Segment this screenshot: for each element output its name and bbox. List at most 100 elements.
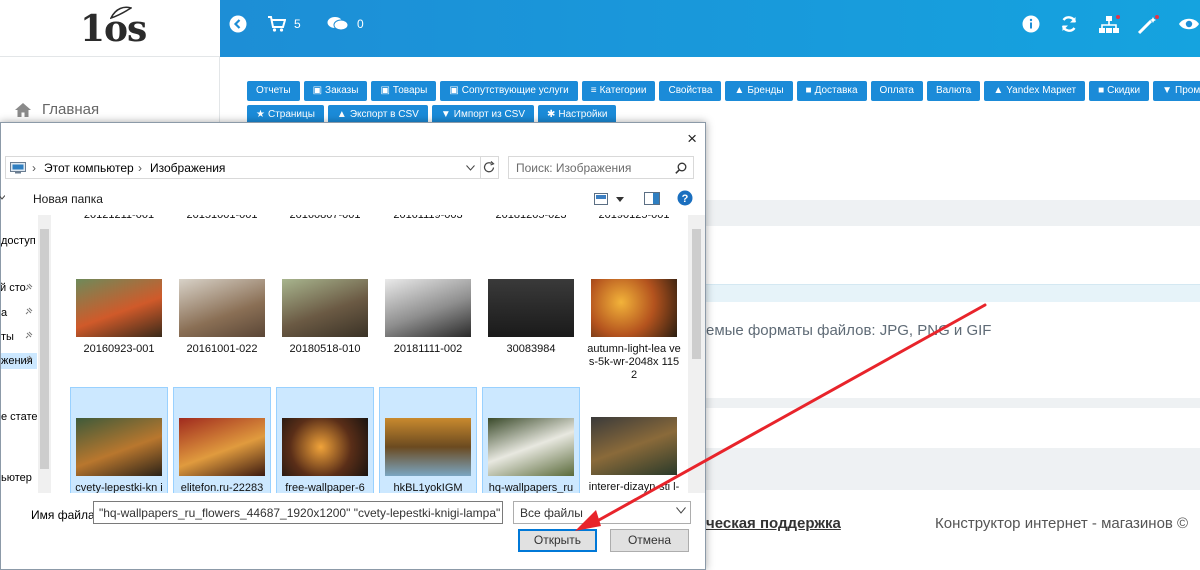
menu-button-label: Yandex Маркет bbox=[1006, 85, 1077, 96]
file-type-select[interactable]: Все файлы bbox=[513, 501, 691, 524]
file-tile[interactable]: hq-wallpapers_ru _flowers_44687_1 920x12… bbox=[482, 387, 580, 493]
refresh-icon[interactable] bbox=[1060, 15, 1078, 33]
image-thumbnail bbox=[282, 418, 368, 476]
image-thumbnail bbox=[76, 418, 162, 476]
file-tile[interactable]: autumn-light-lea ves-5k-wr-2048x 1152 bbox=[585, 249, 683, 381]
file-tile-label[interactable]: 20181205-023 bbox=[482, 215, 580, 221]
cancel-button[interactable]: Отмена bbox=[610, 529, 689, 552]
back-circle-icon[interactable] bbox=[229, 15, 247, 33]
chevron-down-icon[interactable] bbox=[0, 195, 5, 200]
top-navigation-bar: 5 0 bbox=[220, 0, 1200, 57]
breadcrumb-computer[interactable]: Этот компьютер bbox=[44, 161, 134, 175]
chevron-down-icon[interactable] bbox=[466, 165, 475, 171]
menu-button-icon: ≡ bbox=[590, 85, 597, 96]
breadcrumb-chevron-icon: › bbox=[32, 161, 36, 175]
menu-button[interactable]: ▣ Сопутствующие услуги bbox=[440, 81, 578, 101]
file-tile[interactable]: elitefon.ru-22283 bbox=[173, 387, 271, 493]
image-thumbnail bbox=[488, 279, 574, 337]
menu-button-icon: ▣ bbox=[449, 85, 459, 96]
file-tile-label[interactable]: 20160807-001 bbox=[276, 215, 374, 221]
menu-button-icon: ▼ bbox=[440, 109, 451, 120]
menu-button[interactable]: ▣ Товары bbox=[371, 81, 437, 101]
menu-button[interactable]: ≡ Категории bbox=[581, 81, 656, 101]
pin-icon bbox=[25, 283, 33, 291]
menu-button[interactable]: Оплата bbox=[870, 81, 923, 101]
file-tile[interactable]: cvety-lepestki-kn igi-lampa bbox=[70, 387, 168, 493]
file-tile[interactable]: hkBL1yokIGM bbox=[379, 387, 477, 493]
computer-icon bbox=[10, 162, 26, 174]
navigation-scrollbar[interactable] bbox=[38, 215, 51, 493]
help-icon[interactable]: ? bbox=[677, 190, 693, 206]
file-tile-label[interactable]: 20161119-003 bbox=[379, 215, 477, 221]
view-options-icon[interactable] bbox=[594, 193, 608, 205]
file-tile[interactable]: interer-dizayn-sti l-komnata-6639 bbox=[585, 387, 683, 493]
file-tile[interactable]: 20180518-010 bbox=[276, 249, 374, 375]
image-thumbnail bbox=[591, 279, 677, 337]
breadcrumb-folder[interactable]: Изображения bbox=[150, 161, 225, 175]
new-folder-button[interactable]: Новая папка bbox=[33, 192, 103, 206]
search-icon bbox=[675, 162, 687, 174]
file-tile-label: hq-wallpapers_ru _flowers_44687_1 920x12… bbox=[488, 482, 574, 493]
file-tile-label: autumn-light-lea ves-5k-wr-2048x 1152 bbox=[587, 343, 681, 381]
file-tile-label[interactable]: 20121211-001 bbox=[70, 215, 168, 221]
menu-button[interactable]: ▼Промоко bbox=[1153, 81, 1200, 101]
menu-button-label: Скидки bbox=[1107, 85, 1141, 96]
scrollbar-thumb[interactable] bbox=[692, 229, 701, 359]
cart-link[interactable]: 5 bbox=[268, 16, 301, 32]
menu-button[interactable]: ■ Скидки bbox=[1089, 81, 1150, 101]
sitemap-icon[interactable] bbox=[1098, 15, 1120, 35]
comments-icon bbox=[327, 17, 349, 31]
file-tile-label: cvety-lepestki-kn igi-lampa bbox=[75, 482, 163, 493]
nav-item[interactable]: й сто bbox=[1, 282, 26, 294]
preview-pane-icon[interactable] bbox=[644, 192, 660, 205]
menu-button[interactable]: ▲ Yandex Маркет bbox=[984, 81, 1086, 101]
search-input[interactable]: Поиск: Изображения bbox=[508, 156, 694, 179]
footer-text: Конструктор интернет - магазинов © bbox=[935, 515, 1189, 532]
menu-button-icon: ▲ bbox=[336, 109, 347, 120]
menu-button[interactable]: ▣ Заказы bbox=[303, 81, 368, 101]
file-list-scrollbar[interactable] bbox=[688, 215, 705, 493]
file-tile[interactable]: 20160923-001 bbox=[70, 249, 168, 375]
file-tile-label: free-wallpaper-6 bbox=[285, 482, 365, 493]
file-tile[interactable]: 20181111-002 bbox=[379, 249, 477, 375]
image-thumbnail bbox=[385, 418, 471, 476]
menu-button[interactable]: Свойства bbox=[659, 81, 722, 101]
eye-icon[interactable] bbox=[1178, 15, 1200, 33]
refresh-icon[interactable] bbox=[483, 161, 496, 174]
file-tile[interactable]: 30083984 bbox=[482, 249, 580, 375]
messages-link[interactable]: 0 bbox=[327, 16, 364, 32]
close-button[interactable]: × bbox=[687, 129, 697, 149]
menu-button-label: Сопутствующие услуги bbox=[461, 85, 569, 96]
scrollbar-thumb[interactable] bbox=[40, 229, 49, 469]
nav-item[interactable]: е статей bbox=[1, 411, 37, 423]
nav-item[interactable]: ьютер bbox=[1, 472, 32, 484]
file-tile-label[interactable]: 20190125-001 bbox=[585, 215, 683, 221]
menu-button[interactable]: Валюта bbox=[926, 81, 981, 101]
menu-button-label: Импорт из CSV bbox=[453, 109, 525, 120]
filename-input[interactable]: "hq-wallpapers_ru_flowers_44687_1920x120… bbox=[93, 501, 503, 524]
nav-item[interactable]: доступ bbox=[1, 235, 36, 247]
sidebar-item-home[interactable]: Главная bbox=[14, 101, 99, 118]
menu-button-label: Категории bbox=[599, 85, 647, 96]
address-bar[interactable]: › Этот компьютер › Изображения bbox=[5, 156, 499, 179]
menu-button-icon: ▲ bbox=[993, 85, 1004, 96]
file-tile[interactable]: 20161001-022 bbox=[173, 249, 271, 375]
menu-button-label: Доставка bbox=[814, 85, 858, 96]
file-tile[interactable]: free-wallpaper-6 bbox=[276, 387, 374, 493]
image-thumbnail bbox=[179, 279, 265, 337]
support-link[interactable]: ческая поддержка bbox=[706, 515, 841, 532]
open-button[interactable]: Открыть bbox=[518, 529, 597, 552]
pin-icon bbox=[25, 331, 33, 339]
info-icon[interactable] bbox=[1022, 15, 1040, 33]
chevron-down-icon[interactable] bbox=[616, 197, 624, 202]
nav-item[interactable]: ты bbox=[1, 331, 14, 343]
menu-button[interactable]: Отчеты bbox=[247, 81, 300, 101]
search-placeholder: Поиск: Изображения bbox=[516, 161, 632, 175]
sidebar-item-label: Главная bbox=[42, 101, 100, 118]
menu-button[interactable]: ▲ Бренды bbox=[725, 81, 793, 101]
nav-item[interactable]: а bbox=[1, 307, 7, 319]
magic-wand-icon[interactable] bbox=[1137, 15, 1159, 35]
menu-button[interactable]: ■ Доставка bbox=[796, 81, 867, 101]
file-tile-label[interactable]: 20151001-001 bbox=[173, 215, 271, 221]
menu-button-icon: ■ bbox=[1098, 85, 1105, 96]
